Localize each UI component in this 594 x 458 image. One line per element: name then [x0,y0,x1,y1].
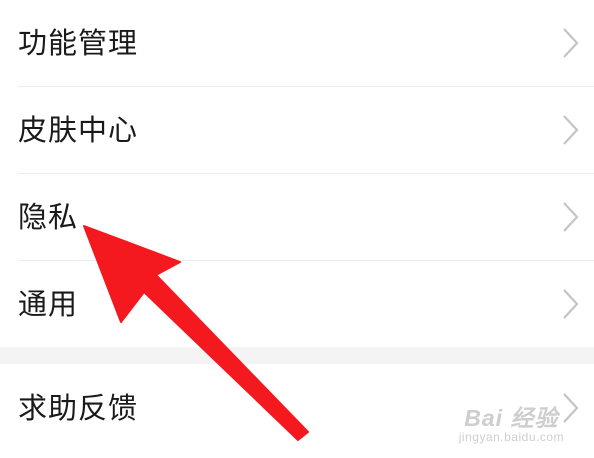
settings-item-privacy[interactable]: 隐私 [0,174,594,260]
chevron-right-icon [563,202,579,232]
watermark-url: jingyan.baidu.com [458,429,564,444]
settings-item-function-management[interactable]: 功能管理 [0,0,594,86]
section-gap [0,347,594,364]
baidu-jingyan-watermark: Bai 经验 jingyan.baidu.com [458,404,564,444]
settings-item-label: 皮肤中心 [18,112,139,147]
settings-item-general[interactable]: 通用 [0,261,594,347]
settings-item-label: 求助反馈 [18,390,139,425]
chevron-right-icon [563,289,579,319]
watermark-logo: Bai 经验 [464,404,559,431]
settings-item-label: 功能管理 [18,25,139,60]
chevron-right-icon [563,115,579,145]
settings-item-label: 隐私 [18,199,79,234]
settings-item-skin-center[interactable]: 皮肤中心 [0,87,594,173]
chevron-right-icon [563,28,579,58]
settings-item-label: 通用 [18,286,79,321]
